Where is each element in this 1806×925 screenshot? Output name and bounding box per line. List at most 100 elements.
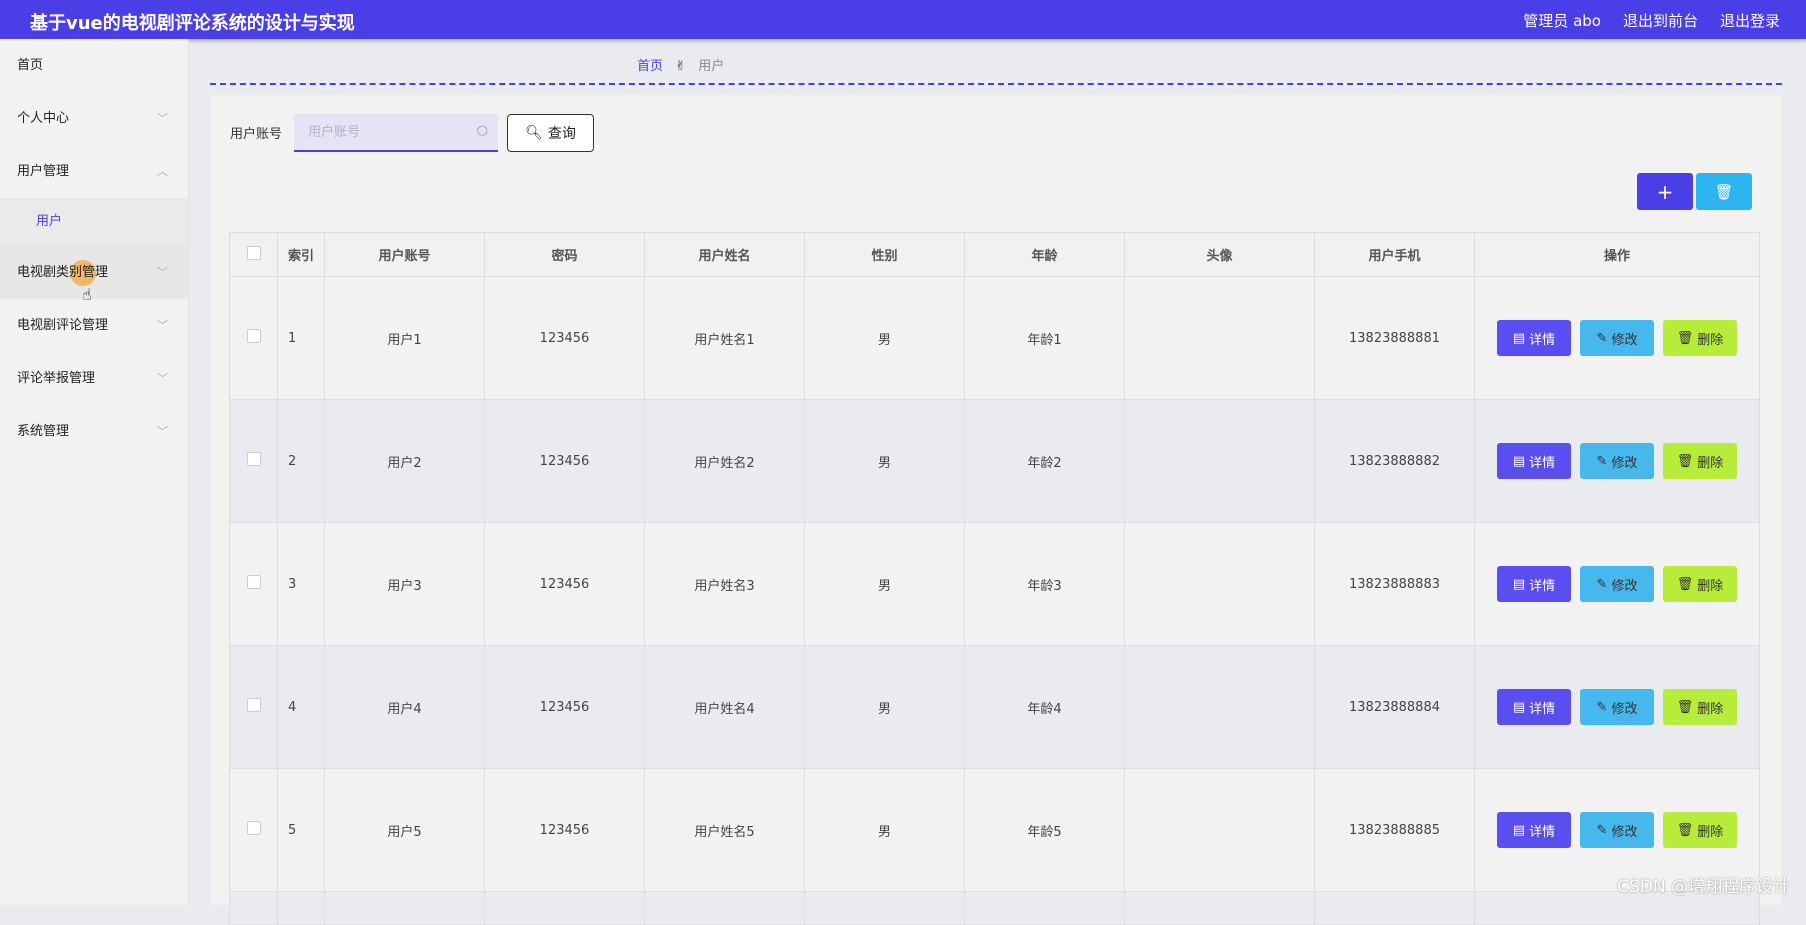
delete-label: 删除 [1697,332,1724,348]
exit-to-front-link[interactable]: 退出到前台 [1623,10,1698,31]
cell-age: 年龄2 [964,399,1125,523]
pencil-icon: ✎ [1596,576,1608,592]
chevron-down-icon: ﹀ [157,319,168,332]
cell-phone: 13823888882 [1314,399,1475,523]
cell-avatar [1124,276,1315,400]
detail-button[interactable]: ▤ 详情 [1497,812,1571,848]
cell-name: 用户姓名3 [644,522,805,646]
add-button[interactable]: + [1637,173,1693,210]
hand-icon: ✌ [675,59,687,74]
cell-index: 1 [277,276,325,400]
header-actions: 管理员 abo 退出到前台 退出登录 [1523,10,1780,31]
search-input[interactable] [294,114,470,150]
edit-button[interactable]: ✎ 修改 [1580,320,1654,356]
delete-button[interactable]: 🗑︎ 删除 [1663,443,1737,479]
detail-button[interactable]: ▤ 详情 [1497,320,1571,356]
delete-button[interactable]: 🗑︎ 删除 [1663,320,1737,356]
cell-name: 用户姓名4 [644,645,805,769]
cell-phone: 13823888885 [1314,768,1475,892]
cell-avatar [1124,768,1315,892]
table-header-row: 索引 用户账号 密码 用户姓名 性别 年龄 头像 用户手机 操作 [229,232,1760,277]
row-checkbox[interactable] [246,575,261,589]
cell-index: 2 [277,399,325,523]
sidebar: 首页 个人中心 ﹀ 用户管理 ︿ 用户 电视剧类别管理 ﹀ ☝ 电视剧评论管理 … [0,39,189,905]
sidebar-item-reports[interactable]: 评论举报管理 ﹀ [0,352,188,405]
cell-account: 用户5 [324,768,485,892]
column-header: 性别 [804,232,965,277]
column-header: 索引 [277,232,325,277]
cell-age: 年龄1 [964,276,1125,400]
detail-button[interactable]: ▤ 详情 [1497,689,1571,725]
cell-account: 用户3 [324,522,485,646]
sidebar-item-home[interactable]: 首页 [0,39,188,92]
delete-button[interactable]: 🗑︎ 删除 [1663,566,1737,602]
edit-button[interactable]: ✎ 修改 [1580,443,1654,479]
table-row: 1 用户1 123456 用户姓名1 男 年龄1 13823888881 ▤ 详情… [229,276,1760,400]
cell-index: 3 [277,522,325,646]
trash-icon: 🗑︎ [1714,182,1734,201]
row-checkbox[interactable] [246,698,261,712]
row-checkbox[interactable] [246,452,261,466]
chevron-up-icon: ︿ [157,165,168,178]
table-row: 3 用户3 123456 用户姓名3 男 年龄3 13823888883 ▤ 详情… [229,522,1760,646]
pencil-icon: ✎ [1596,453,1608,469]
logout-link[interactable]: 退出登录 [1720,10,1780,31]
delete-button[interactable]: 🗑︎ 删除 [1663,689,1737,725]
search-field[interactable]: ○ [294,114,498,152]
row-checkbox[interactable] [246,329,261,343]
cell-password: 123456 [484,522,645,646]
document-icon: ▤ [1512,330,1526,346]
cell-index: 4 [277,645,325,769]
column-header: 用户姓名 [644,232,805,277]
sidebar-item-drama-category[interactable]: 电视剧类别管理 ﹀ ☝ [0,246,188,304]
detail-button[interactable]: ▤ 详情 [1497,443,1571,479]
trash-icon: 🗑︎ [1676,453,1694,469]
trash-icon: 🗑︎ [1676,576,1694,592]
edit-label: 修改 [1611,578,1638,594]
table-row: 2 用户2 123456 用户姓名2 男 年龄2 13823888882 ▤ 详情… [229,399,1760,523]
sidebar-item-users[interactable]: 用户 [0,198,188,246]
trash-icon: 🗑︎ [1676,330,1694,346]
trash-icon: 🗑︎ [1676,822,1694,838]
cell-phone: 13823888883 [1314,522,1475,646]
sidebar-item-user-management[interactable]: 用户管理 ︿ [0,145,188,198]
delete-label: 删除 [1697,701,1724,717]
cell-gender: 男 [804,276,965,400]
cell-name: 用户姓名5 [644,768,805,892]
cell-password: 123456 [484,276,645,400]
search-icon: ○ [476,123,488,138]
sidebar-item-drama-comments[interactable]: 电视剧评论管理 ﹀ [0,299,188,352]
breadcrumb: 首页 ✌ 用户 [637,55,724,74]
sidebar-item-label: 用户 [36,214,63,229]
cell-name: 用户姓名1 [644,276,805,400]
row-checkbox[interactable] [246,821,261,835]
cell-actions: ▤ 详情 ✎ 修改 🗑︎ 删除 [1474,399,1760,523]
breadcrumb-home[interactable]: 首页 [637,59,663,74]
delete-button[interactable]: 🗑︎ 删除 [1663,812,1737,848]
column-header: 用户账号 [324,232,485,277]
select-all-cell[interactable] [229,232,278,277]
chevron-down-icon: ﹀ [157,112,168,125]
column-header: 密码 [484,232,645,277]
edit-button[interactable]: ✎ 修改 [1580,566,1654,602]
detail-label: 详情 [1529,578,1556,594]
batch-delete-button[interactable]: 🗑︎ [1696,173,1752,210]
select-all-checkbox[interactable] [246,245,261,260]
cell-avatar [1124,399,1315,523]
detail-button[interactable]: ▤ 详情 [1497,566,1571,602]
admin-label: 管理员 abo [1523,12,1601,30]
sidebar-item-personal[interactable]: 个人中心 ﹀ [0,92,188,145]
edit-button[interactable]: ✎ 修改 [1580,812,1654,848]
edit-button[interactable]: ✎ 修改 [1580,689,1654,725]
cell-gender: 男 [804,522,965,646]
cell-gender: 男 [804,645,965,769]
column-header: 操作 [1474,232,1760,277]
sidebar-item-label: 首页 [17,58,44,73]
pencil-icon: ✎ [1596,822,1608,838]
sidebar-item-system[interactable]: 系统管理 ﹀ [0,405,188,458]
document-icon: ▤ [1512,576,1526,592]
breadcrumb-current: 用户 [698,59,725,74]
edit-label: 修改 [1611,824,1638,840]
query-button-label: 查询 [547,126,576,142]
query-button[interactable]: 🔍︎ 查询 [507,114,594,152]
